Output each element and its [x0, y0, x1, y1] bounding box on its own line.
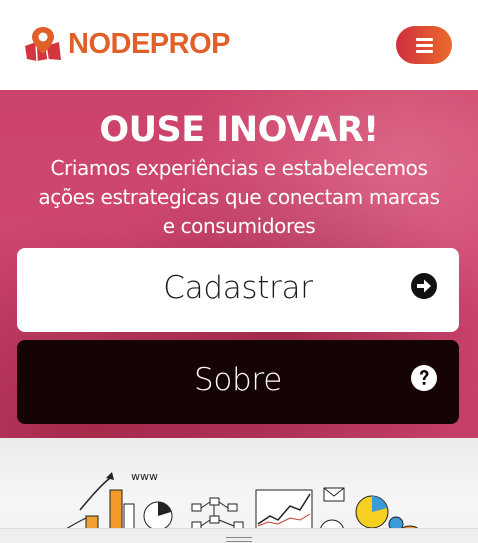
hamburger-icon — [415, 37, 433, 53]
nodeprop-logo[interactable]: NODEPROP — [24, 24, 230, 64]
hero-subtitle: Criamos experiências e estabelecemos açõ… — [38, 156, 440, 238]
grip-icon — [226, 537, 252, 543]
sobre-button-label: Sobre — [194, 362, 282, 398]
hero-title: OUSE INOVAR! — [99, 110, 379, 150]
map-pin-logo-icon — [25, 27, 61, 62]
cadastrar-button[interactable]: Cadastrar — [17, 248, 459, 332]
menu-button[interactable] — [396, 26, 452, 64]
hero-section: OUSE INOVAR! Criamos experiências e esta… — [0, 90, 478, 438]
site-header: NODEPROP — [0, 0, 478, 90]
www-label: www — [131, 470, 158, 483]
arrow-right-circle-icon — [411, 273, 437, 299]
bottom-drag-handle-bar[interactable] — [0, 528, 478, 543]
logo-text: NODEPROP — [68, 27, 230, 60]
cadastrar-button-label: Cadastrar — [163, 270, 313, 306]
sobre-button[interactable]: Sobre — [17, 340, 459, 424]
question-circle-icon — [411, 365, 437, 391]
